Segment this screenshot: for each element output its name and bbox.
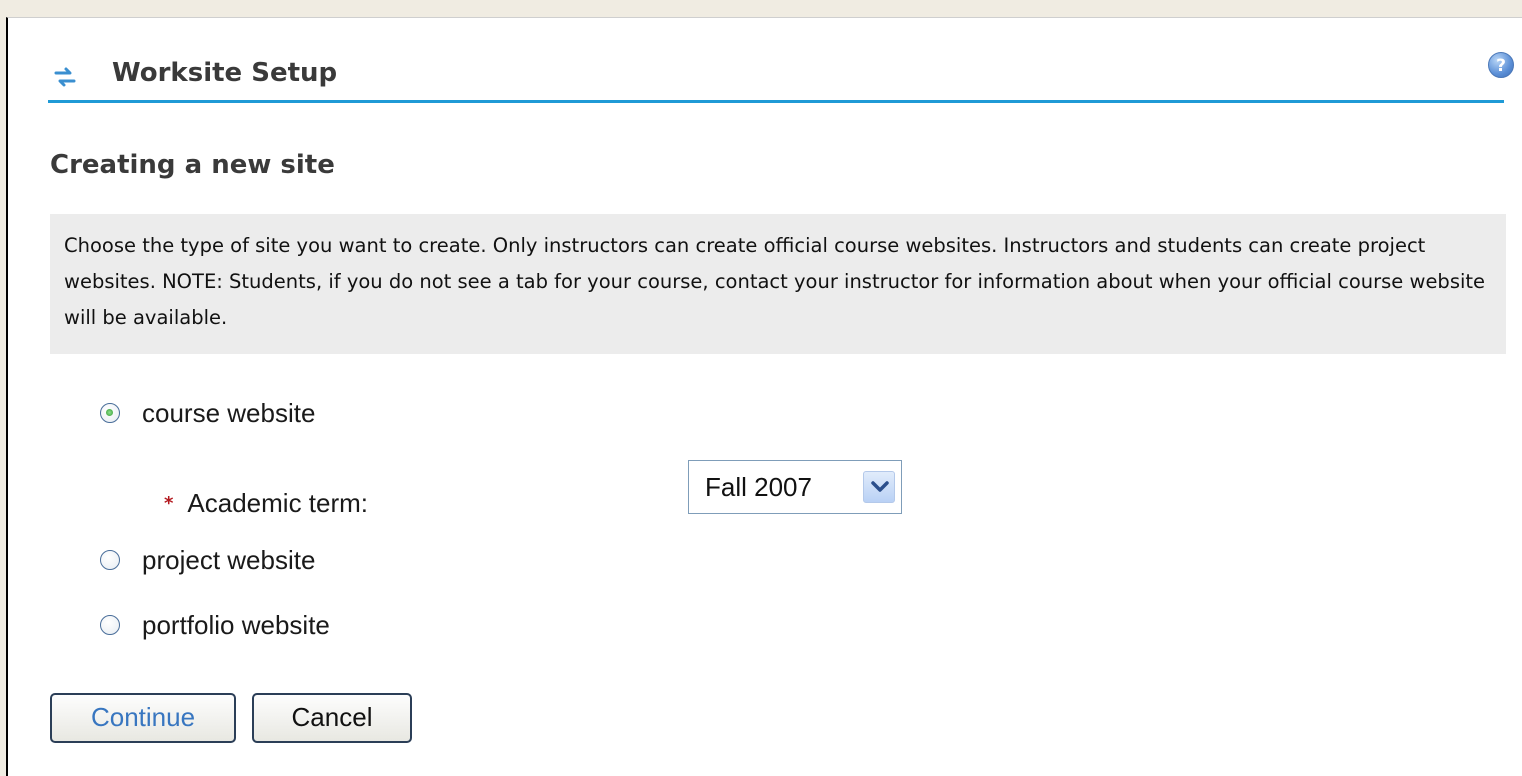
radio-project-website[interactable]: project website — [100, 543, 315, 577]
section-heading: Creating a new site — [50, 150, 335, 180]
continue-button[interactable]: Continue — [50, 693, 236, 743]
chevron-down-icon[interactable] — [863, 471, 895, 503]
academic-term-row: * Academic term: — [164, 486, 368, 520]
academic-term-label: Academic term: — [187, 487, 369, 518]
required-marker: * — [164, 492, 174, 514]
radio-label[interactable]: project website — [142, 545, 315, 576]
instructions-text: Choose the type of site you want to crea… — [50, 214, 1506, 354]
help-icon[interactable]: ? — [1488, 52, 1514, 78]
radio-course-website[interactable]: course website — [100, 396, 315, 430]
academic-term-value[interactable]: Fall 2007 — [705, 472, 812, 503]
radio-label[interactable]: course website — [142, 398, 315, 429]
radio-button-checked[interactable] — [100, 403, 120, 423]
page: Worksite Setup ? Creating a new site Cho… — [0, 17, 1522, 776]
page-title: Worksite Setup — [112, 58, 338, 88]
academic-term-select[interactable]: Fall 2007 — [688, 460, 902, 514]
title-bar: Worksite Setup ? — [48, 52, 1514, 103]
refresh-arrows-icon — [52, 64, 78, 90]
radio-button[interactable] — [100, 615, 120, 635]
cancel-button[interactable]: Cancel — [252, 693, 412, 743]
worksite-setup-panel: Worksite Setup ? Creating a new site Cho… — [6, 17, 1522, 776]
radio-label[interactable]: portfolio website — [142, 610, 330, 641]
radio-portfolio-website[interactable]: portfolio website — [100, 608, 330, 642]
radio-button[interactable] — [100, 550, 120, 570]
